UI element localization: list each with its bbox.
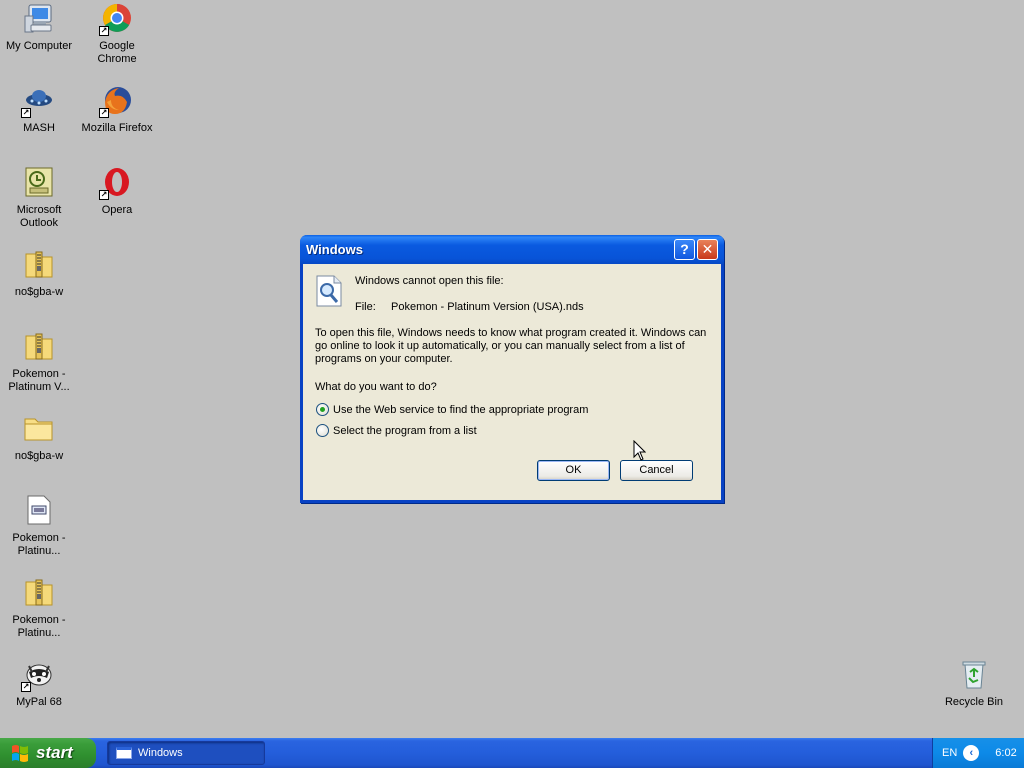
file-label: File: (355, 301, 376, 313)
file-name: Pokemon - Platinum Version (USA).nds (391, 301, 584, 313)
zip-folder-icon (23, 330, 55, 362)
document-icon (23, 494, 55, 526)
dialog-question: What do you want to do? (315, 381, 437, 393)
clock[interactable]: 6:02 (995, 747, 1016, 759)
opera-icon: ↗ (99, 166, 133, 200)
desktop: My Computer ↗ MASH Microsoft Outlook no$… (0, 0, 1024, 738)
raccoon-icon: ↗ (21, 658, 55, 692)
radio-button-checked[interactable] (316, 403, 329, 416)
option-select-from-list[interactable]: Select the program from a list (316, 424, 477, 437)
shortcut-arrow-icon: ↗ (99, 190, 109, 200)
help-button[interactable]: ? (674, 239, 695, 260)
window-icon (116, 747, 132, 759)
desktop-icon-label: Microsoft Outlook (16, 204, 62, 229)
taskbar-item-windows[interactable]: Windows (107, 741, 265, 765)
desktop-icon-microsoft-outlook[interactable]: Microsoft Outlook (0, 166, 78, 230)
desktop-icon-label: Pokemon - Platinum V... (8, 368, 70, 393)
my-computer-icon (23, 2, 55, 34)
mash-icon: ↗ (21, 84, 55, 118)
desktop-icon-mozilla-firefox[interactable]: ↗ Mozilla Firefox (78, 84, 156, 135)
dialog-message: Windows cannot open this file: (355, 275, 504, 287)
desktop-icon-label: no$gba-w (14, 286, 64, 298)
desktop-icon-label: Pokemon - Platinu... (12, 532, 66, 557)
desktop-icon-recycle-bin[interactable]: Recycle Bin (935, 658, 1013, 709)
file-search-icon (314, 275, 344, 307)
desktop-icon-label: Google Chrome (97, 40, 137, 65)
desktop-icon-nogba-folder[interactable]: no$gba-w (0, 412, 78, 463)
dialog-body: Windows cannot open this file: File: Poke… (303, 264, 721, 500)
desktop-icon-pokemon-nds[interactable]: Pokemon - Platinu... (0, 494, 78, 558)
mouse-cursor-icon (633, 439, 647, 461)
desktop-icon-label: no$gba-w (14, 450, 64, 462)
option-web-service[interactable]: Use the Web service to find the appropri… (316, 403, 588, 416)
desktop-icon-label: My Computer (5, 40, 73, 52)
help-icon: ? (680, 241, 689, 257)
desktop-icon-nogba-zip[interactable]: no$gba-w (0, 248, 78, 299)
windows-open-with-dialog: Windows ? ✕ Windows cannot open this fil… (300, 235, 724, 503)
cancel-button[interactable]: Cancel (620, 460, 693, 481)
shortcut-arrow-icon: ↗ (99, 108, 109, 118)
shortcut-arrow-icon: ↗ (21, 108, 31, 118)
desktop-icon-opera[interactable]: ↗ Opera (78, 166, 156, 217)
shortcut-arrow-icon: ↗ (21, 682, 31, 692)
language-indicator[interactable]: EN (942, 747, 957, 759)
ok-button[interactable]: OK (537, 460, 610, 481)
option-label: Use the Web service to find the appropri… (333, 403, 589, 416)
desktop-icon-label: MyPal 68 (16, 696, 62, 708)
desktop-icon-label: Pokemon - Platinu... (12, 614, 66, 639)
close-button[interactable]: ✕ (697, 239, 718, 260)
chrome-icon: ↗ (99, 2, 133, 36)
file-name-row: File: Pokemon - Platinum Version (USA).nd… (355, 301, 584, 313)
firefox-icon: ↗ (99, 84, 133, 118)
desktop-icon-my-computer[interactable]: My Computer (0, 2, 78, 53)
dialog-explanation: To open this file, Windows needs to know… (315, 327, 707, 365)
desktop-icon-label: Mozilla Firefox (81, 122, 153, 134)
windows-logo-icon (10, 743, 30, 763)
close-icon: ✕ (701, 241, 714, 257)
desktop-icon-label: Opera (101, 204, 133, 216)
zip-folder-icon (23, 576, 55, 608)
tray-chevron-icon[interactable]: ‹ (963, 745, 980, 761)
zip-folder-icon (23, 248, 55, 280)
dialog-title: Windows (306, 242, 363, 257)
start-label: start (36, 743, 73, 762)
desktop-icon-pokemon-zip[interactable]: Pokemon - Platinum V... (0, 330, 78, 394)
system-tray: EN ‹ 6:02 (932, 738, 1024, 768)
folder-icon (23, 412, 55, 444)
taskbar: start Windows EN ‹ 6:02 (0, 738, 1024, 768)
desktop-icon-google-chrome[interactable]: ↗ Google Chrome (78, 2, 156, 66)
desktop-icon-pokemon-zip-2[interactable]: Pokemon - Platinu... (0, 576, 78, 640)
start-button[interactable]: start (0, 738, 96, 768)
desktop-icon-label: MASH (23, 122, 55, 134)
radio-button[interactable] (316, 424, 329, 437)
recycle-bin-icon (958, 658, 990, 690)
desktop-icon-mypal[interactable]: ↗ MyPal 68 (0, 658, 78, 709)
taskbar-item-label: Windows (138, 747, 183, 759)
option-label: Select the program from a list (333, 424, 477, 437)
desktop-icon-mash[interactable]: ↗ MASH (0, 84, 78, 135)
shortcut-arrow-icon: ↗ (99, 26, 109, 36)
desktop-icon-label: Recycle Bin (944, 696, 1004, 708)
outlook-icon (23, 166, 55, 198)
dialog-title-bar[interactable]: Windows ? ✕ (300, 235, 724, 264)
